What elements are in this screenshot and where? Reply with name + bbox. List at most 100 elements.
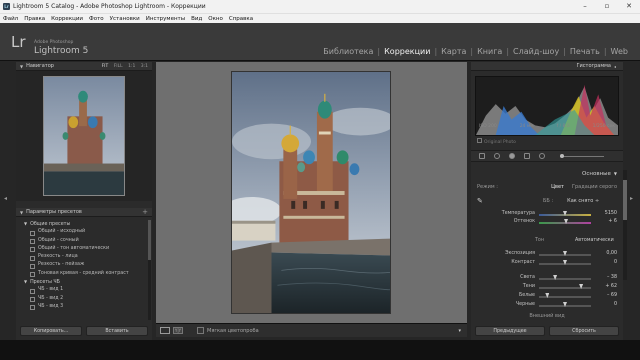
temp-slider-knob[interactable] [563, 211, 567, 216]
blacks-slider-label: Черные [515, 302, 535, 307]
shadows-slider-value[interactable]: + 62 [593, 284, 617, 289]
right-panel-scrollbar[interactable] [623, 170, 627, 280]
preset-folder-general[interactable]: ▼ Общие пресеты [16, 220, 152, 228]
whites-slider[interactable] [539, 293, 591, 298]
navigator-header[interactable]: ▼ Навигатор FIT FILL 1:1 3:1 [16, 62, 152, 71]
menu-settings[interactable]: Установки [107, 16, 143, 22]
left-panel-toggle-icon[interactable]: ◂ [4, 195, 7, 202]
brush-slider[interactable] [560, 153, 604, 158]
module-slideshow[interactable]: Слайд-шоу [509, 47, 563, 56]
menu-window[interactable]: Окно [205, 16, 226, 22]
zoom-1-1[interactable]: 1:1 [128, 64, 135, 69]
tint-slider-value[interactable]: + 6 [593, 219, 617, 224]
menu-help[interactable]: Справка [226, 16, 256, 22]
contrast-slider-knob[interactable] [563, 260, 567, 265]
original-photo-checkbox[interactable]: Original Photo [477, 138, 516, 145]
paste-settings-button[interactable]: Вставить [86, 326, 148, 336]
exposure-slider-row: Экспозиция 0,00 [471, 251, 623, 259]
preset-item[interactable]: Резкость - пейзаж [16, 261, 152, 270]
module-print[interactable]: Печать [566, 47, 604, 56]
lightroom-window: Lr Lightroom 5 Catalog - Adobe Photoshop… [0, 0, 640, 360]
highlights-slider-knob[interactable] [553, 275, 558, 280]
whites-slider-value[interactable]: – 69 [593, 293, 617, 298]
navigator-thumbnail[interactable] [43, 76, 125, 196]
right-panel-toggle-icon[interactable]: ▸ [630, 195, 633, 202]
toolbar-options-dropdown-icon[interactable]: ▾ [458, 328, 461, 334]
previous-button[interactable]: Предыдущее [475, 326, 545, 336]
preset-item[interactable]: ЧБ - вид 3 [16, 303, 152, 311]
module-develop[interactable]: Коррекции [380, 47, 434, 56]
spot-removal-icon[interactable] [494, 153, 500, 159]
highlights-slider[interactable] [539, 275, 591, 280]
preset-item[interactable]: Общий - тон автоматически [16, 245, 152, 253]
scrollbar-thumb[interactable] [148, 220, 151, 260]
brush-slider-knob[interactable] [560, 153, 564, 158]
loupe-view-icon[interactable] [160, 327, 170, 334]
histogram-header[interactable]: Гистограмма ◂ [471, 62, 623, 71]
radial-filter-icon[interactable] [539, 153, 545, 159]
contrast-slider-value[interactable]: 0 [593, 260, 617, 265]
navigator-preview[interactable] [16, 71, 152, 201]
photo-canvas[interactable] [156, 62, 467, 323]
scrollbar-thumb[interactable] [623, 180, 627, 220]
module-library[interactable]: Библиотека [319, 47, 377, 56]
module-map[interactable]: Карта [437, 47, 470, 56]
preset-item[interactable]: Резкость - лица [16, 253, 152, 261]
shadows-slider-knob[interactable] [579, 284, 584, 289]
module-web[interactable]: Web [607, 47, 632, 56]
close-button[interactable]: ✕ [618, 0, 640, 13]
whites-slider-knob[interactable] [545, 293, 550, 298]
tone-auto-button[interactable]: Автоматически [575, 238, 614, 243]
blacks-slider[interactable] [539, 302, 591, 307]
treatment-bw-option[interactable]: Градации серого [572, 184, 617, 190]
highlights-slider-value[interactable]: – 38 [593, 275, 617, 280]
navigator-zoom-options: FIT FILL 1:1 3:1 [102, 64, 148, 69]
minimize-button[interactable]: – [574, 0, 596, 13]
filmstrip-collapsed [0, 340, 640, 360]
graduated-filter-icon[interactable] [524, 153, 530, 159]
zoom-3-1[interactable]: 3:1 [141, 64, 148, 69]
crop-tool-icon[interactable] [479, 153, 485, 159]
preset-item[interactable]: ЧБ - вид 1 [16, 286, 152, 295]
preset-item[interactable]: Общий - сочный [16, 237, 152, 245]
main-photo[interactable] [231, 71, 391, 314]
tint-slider[interactable] [539, 219, 591, 224]
maximize-button[interactable]: ▫ [596, 0, 618, 13]
blacks-slider-knob[interactable] [563, 302, 567, 307]
reset-button[interactable]: Сбросить [549, 326, 619, 336]
preset-folder-bw[interactable]: ▼ Пресеты ЧБ [16, 278, 152, 286]
presets-panel-header[interactable]: ▼ Параметры пресетов + [16, 208, 152, 217]
histogram-title: Гистограмма [576, 63, 611, 69]
exposure-slider-knob[interactable] [563, 251, 567, 256]
temp-slider[interactable] [539, 211, 591, 216]
zoom-fill[interactable]: FILL [114, 64, 123, 69]
shadows-slider[interactable] [539, 284, 591, 289]
menu-photo[interactable]: Фото [86, 16, 107, 22]
presets-scrollbar[interactable] [148, 220, 151, 320]
temp-slider-value[interactable]: 5150 [593, 211, 617, 216]
blacks-slider-value[interactable]: 0 [593, 302, 617, 307]
menu-develop[interactable]: Коррекции [48, 16, 86, 22]
preset-item[interactable]: ЧБ - вид 2 [16, 295, 152, 303]
tint-slider-knob[interactable] [564, 219, 569, 224]
contrast-slider[interactable] [539, 260, 591, 265]
preset-item[interactable]: Тоновая кривая - средний контраст [16, 270, 152, 278]
zoom-fit[interactable]: FIT [102, 64, 109, 69]
menu-tools[interactable]: Инструменты [143, 16, 188, 22]
copy-settings-button[interactable]: Копировать... [20, 326, 82, 336]
red-eye-icon[interactable] [509, 153, 515, 159]
basic-panel-header[interactable]: Основные ▼ [471, 169, 623, 178]
eyedropper-icon[interactable]: ✎ [477, 197, 485, 205]
preset-item[interactable]: Общий - исходный [16, 228, 152, 237]
treatment-color-option[interactable]: Цвет [551, 184, 564, 190]
module-book[interactable]: Книга [473, 47, 506, 56]
exposure-slider-value[interactable]: 0,00 [593, 251, 617, 256]
softproof-checkbox[interactable] [197, 327, 204, 334]
menu-edit[interactable]: Правка [21, 16, 48, 22]
menu-view[interactable]: Вид [188, 16, 205, 22]
menu-file[interactable]: Файл [0, 16, 21, 22]
wb-preset-dropdown[interactable]: Как снято ÷ [567, 198, 599, 204]
exposure-slider[interactable] [539, 251, 591, 256]
add-preset-button[interactable]: + [142, 208, 148, 216]
before-after-icon[interactable]: Y|Y [173, 327, 183, 334]
